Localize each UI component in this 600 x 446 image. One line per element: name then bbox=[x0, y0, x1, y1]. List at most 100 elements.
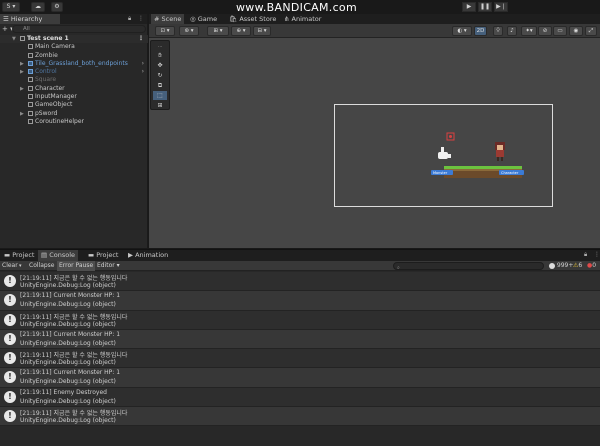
expand-arrow-icon[interactable]: ▶ bbox=[20, 110, 28, 118]
error-count: 0 bbox=[592, 262, 597, 269]
character-health-label: Character bbox=[501, 171, 519, 175]
expand-arrow-icon[interactable]: ▶ bbox=[20, 85, 28, 93]
log-info-icon: ! bbox=[4, 390, 16, 403]
gameobject-icon bbox=[28, 85, 33, 91]
console-tab-strip: ▬ Project ▤ Console ▬ Project ▶ Animatio… bbox=[0, 250, 600, 261]
hierarchy-item[interactable]: ▶ Tile_Grassland_both_endpoints › bbox=[0, 60, 148, 68]
tab-animation[interactable]: ▶ Animation bbox=[125, 250, 171, 261]
hierarchy-item-label: GameObject bbox=[35, 101, 73, 109]
log-info-icon: ! bbox=[4, 294, 16, 307]
hierarchy-items: Main Camera Zombie ▶ Tile_Grassland_both_en… bbox=[0, 43, 148, 126]
console-entry-message: [21:19:11] Current Monster HP: 1 bbox=[20, 330, 121, 338]
prefab-open-icon[interactable]: › bbox=[142, 60, 144, 68]
console-entry[interactable]: ! [21:19:11] 지금은 할 수 없는 행동입니다 UnityEngine.… bbox=[0, 349, 600, 369]
target-marker-icon[interactable] bbox=[446, 132, 455, 141]
account-button[interactable]: S ▾ bbox=[2, 2, 20, 12]
log-info-icon: ! bbox=[4, 371, 16, 384]
console-search-input[interactable]: ⌕ bbox=[393, 262, 544, 271]
tab-console[interactable]: ▤ Console bbox=[38, 250, 79, 261]
hierarchy-item[interactable]: GameObject bbox=[0, 101, 148, 109]
recorder-watermark: www.BANDICAM.com bbox=[236, 1, 357, 14]
expand-arrow-icon[interactable]: ▶ bbox=[20, 60, 28, 68]
console-lock-icon[interactable]: 🔒︎ bbox=[584, 251, 587, 259]
panel-menu-icon[interactable]: ⋮ bbox=[138, 15, 144, 22]
log-info-icon: ! bbox=[4, 352, 16, 365]
console-entry-message: [21:19:11] Enemy Destroyed bbox=[20, 388, 107, 396]
expand-arrow-icon[interactable]: ▶ bbox=[20, 68, 28, 76]
tab-hierarchy-label: Hierarchy bbox=[10, 15, 43, 23]
console-entry[interactable]: ! [21:19:11] Current Monster HP: 1 UnityEn… bbox=[0, 368, 600, 388]
editor-dropdown[interactable]: Editor ▾ bbox=[95, 261, 122, 271]
pause-button[interactable]: ❚❚ bbox=[478, 2, 492, 12]
console-entry-source: UnityEngine.Debug:Log (object) bbox=[20, 378, 116, 386]
hierarchy-item[interactable]: Zombie bbox=[0, 52, 148, 60]
monster-health-label: Monster bbox=[433, 171, 448, 175]
console-entry[interactable]: ! [21:19:11] Current Monster HP: 1 UnityEn… bbox=[0, 329, 600, 350]
character-sprite[interactable] bbox=[495, 142, 505, 161]
hierarchy-item[interactable]: InputManager bbox=[0, 93, 148, 101]
main-toolbar: S ▾ ☁ ⚙ www.BANDICAM.com ▶ ❚❚ ▶❘ bbox=[0, 0, 600, 14]
search-placeholder: All bbox=[23, 26, 30, 32]
console-entry[interactable]: ! [21:19:11] Enemy Destroyed UnityEngine.D… bbox=[0, 387, 600, 408]
gameobject-icon bbox=[28, 94, 33, 100]
hierarchy-item[interactable]: ▶ Control › bbox=[0, 68, 148, 76]
hierarchy-item[interactable]: ▶ Character bbox=[0, 85, 148, 93]
hierarchy-item[interactable]: CoroutineHelper bbox=[0, 118, 148, 126]
expand-arrow-icon[interactable]: ▼ bbox=[12, 35, 20, 43]
tab-project-2[interactable]: ▬ Project bbox=[85, 250, 121, 261]
clear-options-dropdown[interactable]: ▾ bbox=[17, 261, 24, 271]
error-count-toggle[interactable]: ●0 bbox=[585, 261, 598, 271]
hierarchy-item[interactable]: Main Camera bbox=[0, 43, 148, 51]
warning-count: 6 bbox=[578, 262, 583, 269]
step-button[interactable]: ▶❘ bbox=[494, 2, 508, 12]
gameobject-icon bbox=[28, 52, 33, 58]
console-entry[interactable]: ! [21:19:11] 지금은 할 수 없는 행동입니다 UnityEngine.… bbox=[0, 407, 600, 427]
scene-root-row[interactable]: ▼ Test scene 1 ⋮ bbox=[0, 35, 148, 44]
collapse-button[interactable]: Collapse bbox=[27, 261, 57, 271]
hierarchy-tree: ▼ Test scene 1 ⋮ Main Camera Zombie ▶ Tile_G… bbox=[0, 35, 148, 126]
hierarchy-item-label: Square bbox=[35, 76, 57, 84]
console-menu-icon[interactable]: ⋮ bbox=[594, 251, 600, 258]
error-pause-button[interactable]: Error Pause bbox=[57, 261, 96, 271]
hierarchy-item[interactable]: Square bbox=[0, 76, 148, 84]
hierarchy-panel: ☰ Hierarchy 🔒︎ ⋮ + ▾ All ▼ Test scene 1 ⋮… bbox=[0, 14, 148, 248]
hierarchy-item-label: Main Camera bbox=[35, 43, 75, 51]
hierarchy-item-label: CoroutineHelper bbox=[35, 117, 85, 125]
hierarchy-tab-strip: ☰ Hierarchy bbox=[0, 14, 147, 24]
console-entry-message: [21:19:11] Current Monster HP: 1 bbox=[20, 292, 121, 300]
collab-icon[interactable]: ⚙ bbox=[51, 2, 63, 12]
tab-project[interactable]: ▬ Project bbox=[1, 250, 37, 261]
hierarchy-item-label: Zombie bbox=[35, 51, 58, 59]
gameobject-icon bbox=[28, 69, 33, 75]
console-panel: ▬ Project ▤ Console ▬ Project ▶ Animatio… bbox=[0, 249, 600, 446]
log-info-icon: ! bbox=[4, 275, 16, 287]
hierarchy-search-input[interactable]: All bbox=[12, 25, 146, 33]
console-entry-source: UnityEngine.Debug:Log (object) bbox=[20, 282, 116, 289]
console-entry-source: UnityEngine.Debug:Log (object) bbox=[20, 320, 116, 328]
console-entry-message: [21:19:11] 지금은 할 수 없는 행동입니다 bbox=[20, 352, 128, 360]
scene-menu-icon[interactable]: ⋮ bbox=[138, 35, 144, 43]
zombie-sprite[interactable] bbox=[438, 147, 451, 159]
play-button[interactable]: ▶ bbox=[462, 2, 476, 12]
cloud-icon[interactable]: ☁ bbox=[31, 2, 45, 12]
console-entry-message: [21:19:11] 지금은 할 수 없는 행동입니다 bbox=[20, 275, 128, 282]
log-info-icon: ! bbox=[4, 313, 16, 326]
warning-count-toggle[interactable]: ⚠6 bbox=[571, 261, 584, 271]
gameobject-icon bbox=[28, 102, 33, 108]
tab-hierarchy[interactable]: ☰ Hierarchy bbox=[0, 14, 60, 24]
console-entry[interactable]: ! [21:19:11] Current Monster HP: 1 UnityEn… bbox=[0, 291, 600, 311]
console-entry[interactable]: ! [21:19:11] 지금은 할 수 없는 행동입니다 UnityEngine.… bbox=[0, 272, 600, 292]
prefab-open-icon[interactable]: › bbox=[142, 68, 144, 76]
console-entry[interactable]: ! [21:19:11] 지금은 할 수 없는 행동입니다 UnityEngine.… bbox=[0, 310, 600, 330]
gameobject-icon bbox=[28, 110, 33, 116]
console-entry-message: [21:19:11] Current Monster HP: 1 bbox=[20, 369, 121, 377]
hierarchy-item[interactable]: ▶ pSword bbox=[0, 110, 148, 118]
hierarchy-item-label: InputManager bbox=[35, 93, 77, 101]
scene-name: Test scene 1 bbox=[27, 35, 69, 42]
lock-icon[interactable]: 🔒︎ bbox=[128, 15, 131, 23]
hierarchy-item-label: Control bbox=[35, 68, 57, 76]
character-health-bar: Character bbox=[499, 170, 524, 175]
hierarchy-item-label: Tile_Grassland_both_endpoints bbox=[35, 59, 128, 67]
console-entry-source: UnityEngine.Debug:Log (object) bbox=[20, 339, 116, 347]
console-toolbar: Clear ▾ Collapse Error Pause Editor ▾ ⌕ … bbox=[0, 261, 600, 271]
